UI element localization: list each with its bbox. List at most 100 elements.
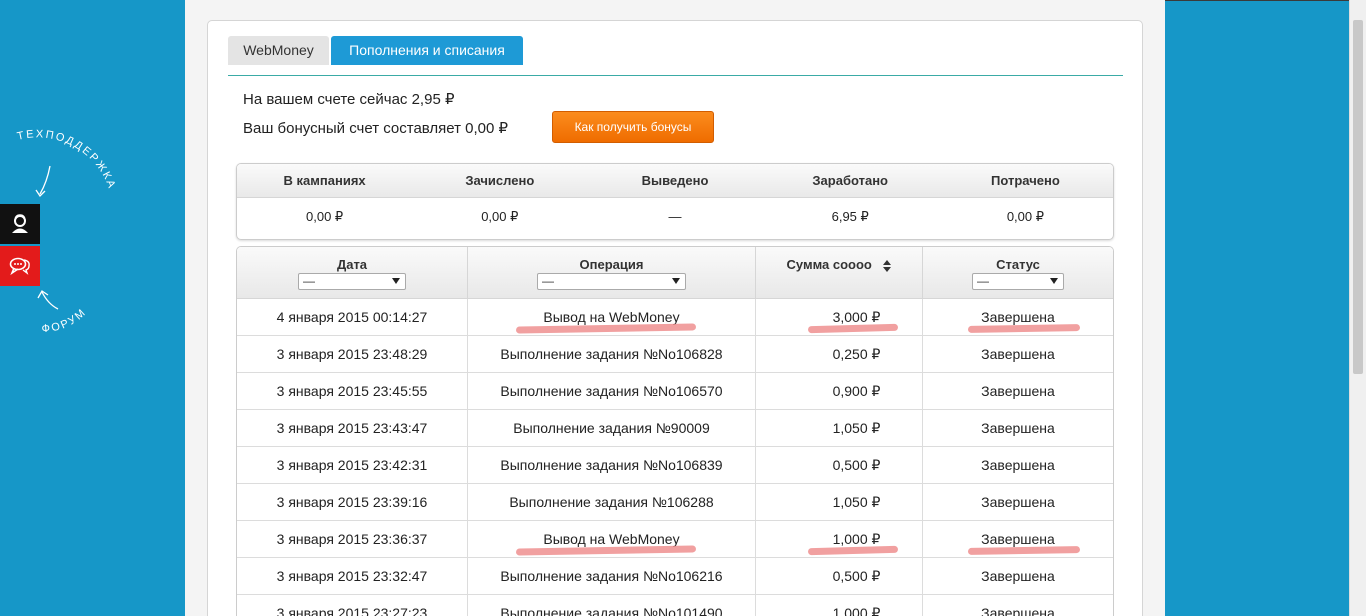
row-date: 3 января 2015 23:32:47 [237, 558, 468, 594]
side-tools: ТЕХПОДДЕРЖКА ФОРУМ [0, 110, 130, 340]
row-status: Завершена [981, 420, 1055, 436]
row-status: Завершена [923, 299, 1113, 335]
scribble-operation [515, 545, 697, 556]
row-operation: Выполнение задания №90009 [468, 410, 756, 446]
operations-rows: 4 января 2015 00:14:27 Вывод на WebMoney 3… [237, 299, 1113, 616]
row-status: Завершена [923, 521, 1113, 557]
row-operation: Вывод на WebMoney [468, 521, 756, 557]
row-status: Завершена [981, 457, 1055, 473]
summary-header-earned: Заработано [812, 173, 888, 188]
summary-value-credited: 0,00 ₽ [481, 209, 519, 224]
bonus-balance-text: Ваш бонусный счет составляет 0,00 ₽ [243, 120, 509, 137]
current-balance-text: На вашем счете сейчас 2,95 ₽ [243, 91, 455, 108]
operations-header-row: Дата — Операция — Сумма сoooo Статус — [237, 247, 1113, 299]
row-amount: 1,050 ₽ [756, 484, 923, 520]
table-row: 3 января 2015 23:27:23 Выполнение задания… [237, 595, 1113, 616]
row-date: 4 января 2015 00:14:27 [237, 299, 468, 335]
chevron-down-icon [392, 278, 400, 284]
row-amount: 0,500 ₽ [756, 558, 923, 594]
operations-table: Дата — Операция — Сумма сoooo Статус — 4… [236, 246, 1114, 616]
status-filter-select[interactable]: — [972, 273, 1064, 290]
chevron-down-icon [1050, 278, 1058, 284]
header-operation-label: Операция [579, 257, 644, 272]
header-amount[interactable]: Сумма сoooo [756, 247, 923, 298]
forum-button[interactable] [0, 246, 40, 286]
chat-bubbles-icon [9, 257, 30, 276]
row-amount: 1,050 ₽ [756, 410, 923, 446]
summary-value-earned: 6,95 ₽ [831, 209, 869, 224]
row-date: 3 января 2015 23:42:31 [237, 447, 468, 483]
row-date: 3 января 2015 23:39:16 [237, 484, 468, 520]
table-row: 4 января 2015 00:14:27 Вывод на WebMoney 3… [237, 299, 1113, 336]
row-amount: 3,000 ₽ [756, 299, 923, 335]
scribble-operation [515, 323, 697, 334]
support-button[interactable] [0, 204, 40, 244]
row-amount: 1,000 ₽ [756, 521, 923, 557]
operation-filter-value: — [542, 274, 554, 288]
operation-filter-select[interactable]: — [537, 273, 686, 290]
summary-header-withdrawn: Выведено [641, 173, 709, 188]
summary-value-withdrawn: — [668, 209, 682, 224]
top-edge-line [1165, 0, 1366, 1]
chevron-down-icon [672, 278, 680, 284]
summary-header-campaigns: В кампаниях [283, 173, 366, 188]
forum-arrow-icon [41, 291, 59, 310]
date-filter-value: — [303, 274, 315, 288]
header-date-label: Дата [336, 257, 368, 272]
summary-header-credited: Зачислено [465, 173, 535, 188]
row-operation: Вывод на WebMoney [468, 299, 756, 335]
support-arrow-icon [39, 165, 51, 195]
row-date: 3 января 2015 23:36:37 [237, 521, 468, 557]
row-date: 3 января 2015 23:43:47 [237, 410, 468, 446]
row-date: 3 января 2015 23:48:29 [237, 336, 468, 372]
row-status: Завершена [981, 605, 1055, 616]
header-status-label: Статус [996, 257, 1040, 272]
forum-label[interactable]: ФОРУМ [41, 306, 89, 335]
table-row: 3 января 2015 23:48:29 Выполнение задания… [237, 336, 1113, 373]
support-label[interactable]: ТЕХПОДДЕРЖКА [16, 128, 118, 191]
table-row: 3 января 2015 23:43:47 Выполнение задания… [237, 410, 1113, 447]
page-scrollbar[interactable] [1349, 0, 1366, 616]
summary-value-campaigns: 0,00 ₽ [306, 209, 344, 224]
header-operation: Операция — [468, 247, 756, 298]
scribble-amount [807, 545, 899, 556]
status-filter-value: — [977, 274, 989, 288]
row-status: Завершена [981, 568, 1055, 584]
scribble-status [967, 324, 1081, 333]
date-filter-select[interactable]: — [298, 273, 406, 290]
header-date: Дата — [237, 247, 468, 298]
table-row: 3 января 2015 23:42:31 Выполнение задания… [237, 447, 1113, 484]
summary-table: В кампаниях Зачислено Выведено Заработан… [236, 163, 1114, 240]
table-row: 3 января 2015 23:39:16 Выполнение задания… [237, 484, 1113, 521]
table-row: 3 января 2015 23:32:47 Выполнение задания… [237, 558, 1113, 595]
row-operation: Выполнение задания №No101490 [468, 595, 756, 616]
header-status: Статус — [923, 247, 1113, 298]
summary-values-row: 0,00 ₽ 0,00 ₽ — 6,95 ₽ 0,00 ₽ [237, 198, 1113, 239]
row-operation: Выполнение задания №No106839 [468, 447, 756, 483]
row-operation: Выполнение задания №No106570 [468, 373, 756, 409]
row-amount: 1,000 ₽ [756, 595, 923, 616]
get-bonus-button[interactable]: Как получить бонусы [552, 111, 714, 143]
row-amount: 0,900 ₽ [756, 373, 923, 409]
row-amount: 0,250 ₽ [756, 336, 923, 372]
main-panel: WebMoney Пополнения и списания На вашем … [207, 20, 1143, 616]
table-row: 3 января 2015 23:36:37 Вывод на WebMoney 1… [237, 521, 1113, 558]
sort-icon[interactable] [883, 259, 892, 272]
row-operation: Выполнение задания №No106216 [468, 558, 756, 594]
tab-topups-and-withdrawals[interactable]: Пополнения и списания [331, 36, 523, 65]
row-operation: Выполнение задания №No106828 [468, 336, 756, 372]
scrollbar-thumb[interactable] [1353, 20, 1363, 374]
row-date: 3 января 2015 23:45:55 [237, 373, 468, 409]
tab-webmoney[interactable]: WebMoney [228, 36, 329, 65]
header-amount-label: Сумма сoooo [786, 257, 872, 272]
summary-header-spent: Потрачено [991, 173, 1060, 188]
scribble-amount [807, 323, 899, 334]
row-operation: Выполнение задания №106288 [468, 484, 756, 520]
row-status: Завершена [981, 494, 1055, 510]
row-status: Завершена [981, 383, 1055, 399]
scribble-status [967, 546, 1081, 555]
row-amount: 0,500 ₽ [756, 447, 923, 483]
summary-header-row: В кампаниях Зачислено Выведено Заработан… [237, 164, 1113, 198]
summary-value-spent: 0,00 ₽ [1006, 209, 1044, 224]
row-date: 3 января 2015 23:27:23 [237, 595, 468, 616]
